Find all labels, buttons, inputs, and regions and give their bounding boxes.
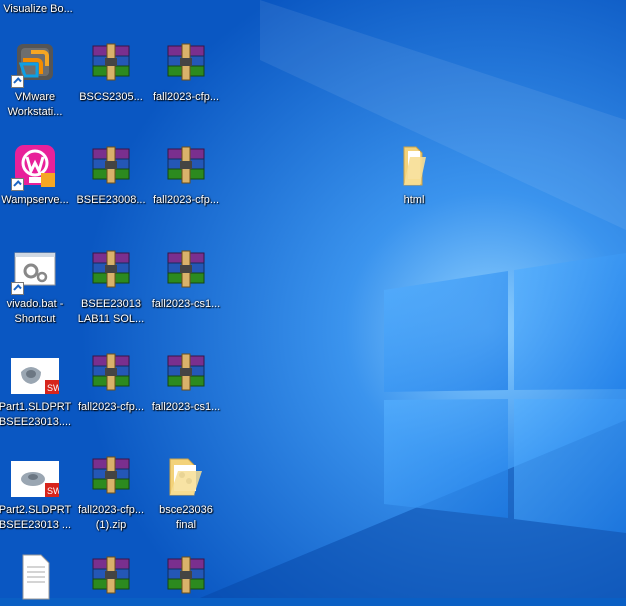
- shortcut-arrow-icon: [11, 75, 24, 88]
- icon-label: VMware Workstati...: [7, 91, 63, 118]
- desktop-icon-bsee23013-lab11[interactable]: BSEE23013 LAB11 SOL...: [73, 247, 149, 327]
- shortcut-arrow-icon: [11, 282, 24, 295]
- icon-label: html: [403, 194, 425, 206]
- icon-label: Wampserve...: [1, 194, 69, 206]
- winrar-archive-icon: [162, 247, 210, 295]
- winrar-archive-icon: [162, 350, 210, 398]
- desktop-icon-fall2023-cs1-1[interactable]: fall2023-cs1...: [148, 247, 224, 312]
- desktop-icon-wampserver[interactable]: Wampserve...: [0, 143, 73, 208]
- icon-label: fall2023-cfp... (1).zip: [77, 504, 145, 531]
- icon-label: Part2.SLDPRT BSEE23013 ...: [0, 504, 72, 531]
- icon-label: fall2023-cs1...: [151, 401, 221, 413]
- solidworks-part-icon: SW: [11, 350, 62, 398]
- wampserver-icon: [11, 143, 59, 191]
- icon-label: BSEE23008...: [76, 194, 146, 206]
- desktop-icon-part2[interactable]: SW Part2.SLDPRT BSEE23013 ...: [0, 453, 73, 533]
- svg-text:SW: SW: [47, 383, 59, 393]
- winrar-archive-icon: [162, 553, 210, 601]
- desktop-icon-archive-bottom-2[interactable]: [148, 553, 224, 601]
- winrar-archive-icon: [87, 143, 135, 191]
- batch-file-icon: [11, 247, 59, 295]
- vmware-icon: [11, 40, 59, 88]
- winrar-archive-icon: [87, 453, 135, 501]
- desktop-icon-fall2023-cfp-3[interactable]: fall2023-cfp...: [148, 143, 224, 208]
- desktop-icon-fall2023-cfp-1[interactable]: fall2023-cfp...: [148, 40, 224, 105]
- desktop-icon-text-document[interactable]: [0, 553, 73, 601]
- text-document-icon: [11, 553, 59, 601]
- winrar-archive-icon: [87, 553, 135, 601]
- icon-label: Visualize Bo...: [3, 3, 73, 15]
- winrar-archive-icon: [162, 40, 210, 88]
- icon-label: bsce23036 final: [159, 504, 213, 531]
- icon-label: fall2023-cs1...: [151, 298, 221, 310]
- desktop-icon-bsee23008[interactable]: BSEE23008...: [73, 143, 149, 208]
- desktop-icon-fall2023-cs1-2[interactable]: fall2023-cs1...: [148, 350, 224, 415]
- svg-text:SW: SW: [47, 486, 59, 496]
- desktop-icon-html-folder[interactable]: html: [376, 143, 452, 208]
- desktop-icon-vmware[interactable]: VMware Workstati...: [0, 40, 73, 120]
- icon-label: fall2023-cfp...: [152, 194, 220, 206]
- icon-label: fall2023-cfp...: [152, 91, 220, 103]
- icon-label: BSEE23013 LAB11 SOL...: [77, 298, 145, 325]
- icon-label: Part1.SLDPRT BSEE23013....: [0, 401, 72, 428]
- solidworks-part-icon: SW: [11, 453, 62, 501]
- desktop-icon-archive-bottom-1[interactable]: [73, 553, 149, 601]
- icon-label: BSCS2305...: [79, 91, 143, 103]
- shortcut-arrow-icon: [11, 178, 24, 191]
- winrar-archive-icon: [87, 350, 135, 398]
- folder-icon: [390, 143, 438, 191]
- winrar-archive-icon: [162, 143, 210, 191]
- winrar-archive-icon: [87, 40, 135, 88]
- desktop-icon-vivado-shortcut[interactable]: vivado.bat - Shortcut: [0, 247, 73, 327]
- icon-label: fall2023-cfp...: [77, 401, 145, 413]
- desktop-icon-bsce23036-final[interactable]: bsce23036 final: [148, 453, 224, 533]
- folder-icon: [162, 453, 210, 501]
- winrar-archive-icon: [87, 247, 135, 295]
- desktop-icon-fall2023-cfp-2[interactable]: fall2023-cfp...: [73, 350, 149, 415]
- desktop-icon-fall2023-cfp-zip[interactable]: fall2023-cfp... (1).zip: [73, 453, 149, 533]
- desktop-icon-visualize[interactable]: Visualize Bo...: [0, 0, 76, 17]
- icon-label: vivado.bat - Shortcut: [6, 298, 64, 325]
- desktop-icon-bscs2305[interactable]: BSCS2305...: [73, 40, 149, 105]
- desktop-icon-part1[interactable]: SW Part1.SLDPRT BSEE23013....: [0, 350, 73, 430]
